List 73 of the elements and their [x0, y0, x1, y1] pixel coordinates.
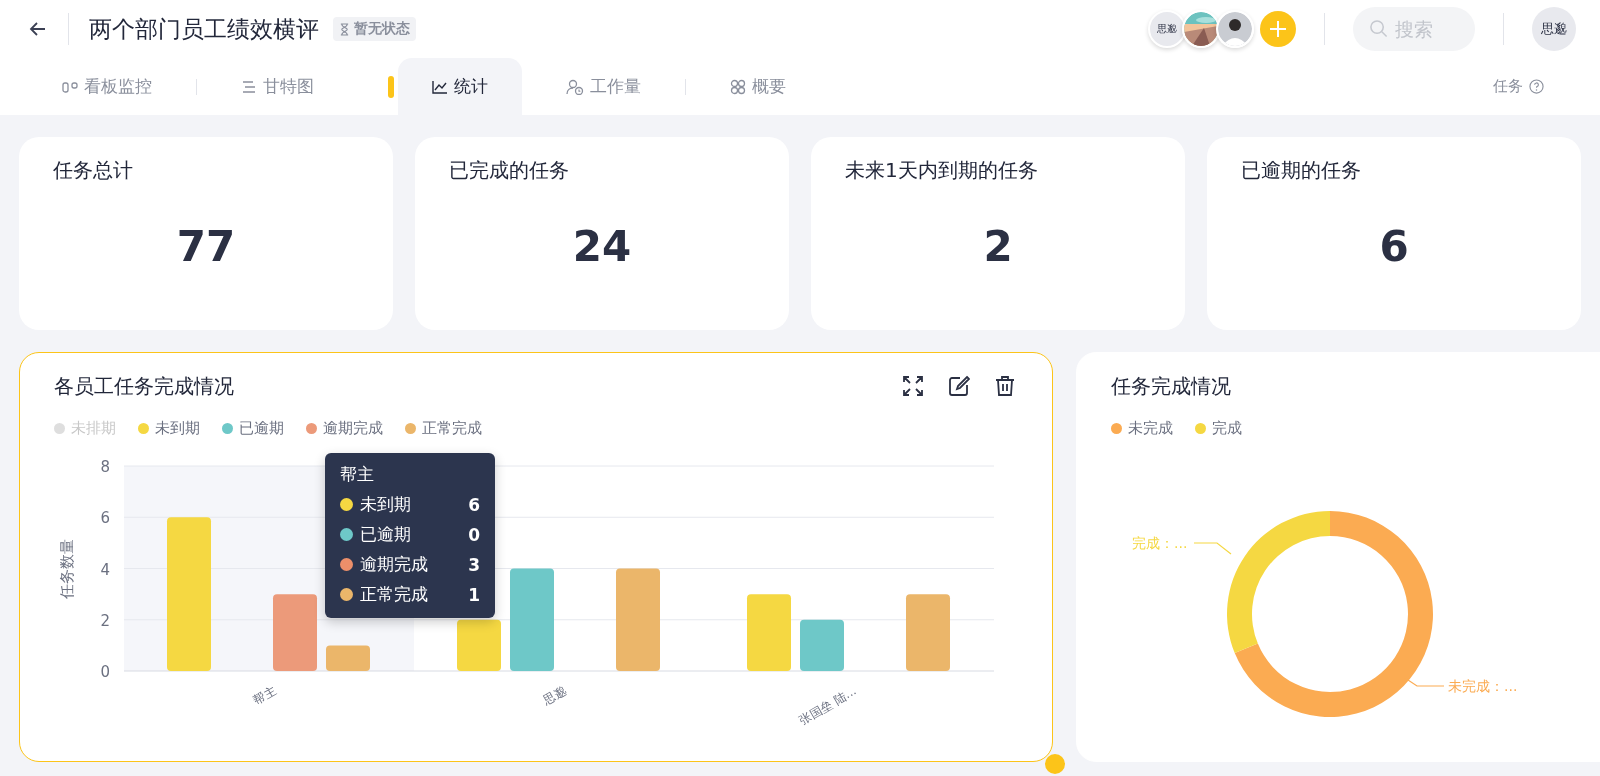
tooltip-label: 已逾期 [360, 523, 411, 546]
tab[interactable]: 概要 [686, 58, 830, 115]
stat-title: 已完成的任务 [449, 157, 569, 184]
stat-title: 未来1天内到期的任务 [845, 157, 1038, 184]
axis-tick: 6 [100, 509, 110, 528]
donut-slice[interactable] [1227, 511, 1330, 654]
axis-tick: 2 [100, 611, 110, 630]
tab[interactable]: 统计 [398, 58, 522, 115]
bar[interactable] [800, 619, 844, 671]
axis-label: 思邈 [540, 683, 569, 708]
slice-label: 完成：... [1132, 535, 1188, 551]
legend-item[interactable]: 完成 [1195, 419, 1242, 438]
legend-item[interactable]: 逾期完成 [306, 419, 383, 438]
axis-tick: 8 [100, 458, 110, 476]
tooltip-value: 6 [468, 494, 480, 515]
hourglass-icon [339, 22, 350, 36]
stat-value: 2 [983, 222, 1013, 271]
page-title: 两个部门员工绩效横评 [89, 14, 319, 44]
add-member-button[interactable] [1260, 11, 1296, 47]
gantt-icon [241, 79, 257, 94]
bar[interactable] [616, 568, 660, 671]
tooltip-title: 帮主 [340, 463, 374, 486]
bar[interactable] [906, 594, 950, 671]
tab[interactable]: 工作量 [522, 58, 685, 115]
stat-title: 已逾期的任务 [1241, 157, 1361, 184]
slice-label: 未完成：... [1448, 678, 1518, 694]
stat-value: 6 [1379, 222, 1409, 271]
grid-icon [730, 78, 746, 95]
bar[interactable] [457, 619, 501, 671]
bar[interactable] [326, 645, 370, 671]
status-badge[interactable]: 暂无状态 [333, 17, 416, 41]
legend-item[interactable]: 正常完成 [405, 419, 482, 438]
stat-title: 任务总计 [53, 157, 133, 184]
tooltip-value: 0 [468, 524, 480, 545]
tooltip-value: 1 [468, 584, 480, 605]
line-chart-icon [432, 79, 448, 94]
person-clock-icon [566, 78, 584, 95]
axis-label: 帮主 [250, 683, 279, 708]
fullscreen-icon[interactable] [902, 375, 924, 397]
help-icon[interactable] [1529, 79, 1544, 94]
resize-handle[interactable] [1045, 754, 1065, 774]
chart-title: 任务完成情况 [1111, 372, 1231, 400]
avatar-icon[interactable] [1216, 10, 1254, 48]
tooltip-label: 正常完成 [360, 583, 428, 606]
chart-title: 各员工任务完成情况 [54, 372, 234, 400]
bar[interactable] [747, 594, 791, 671]
bar[interactable] [273, 594, 317, 671]
axis-tick: 4 [100, 560, 110, 579]
tooltip-value: 3 [468, 554, 480, 575]
legend-item[interactable]: 已逾期 [222, 419, 284, 438]
user-avatar[interactable]: 思邈 [1532, 7, 1576, 51]
plus-icon [1268, 19, 1288, 39]
axis-label: 张国垒 陆... [796, 683, 859, 728]
axis-title: 任务数量 [58, 538, 76, 599]
bar[interactable] [167, 517, 211, 671]
edit-icon[interactable] [948, 375, 970, 397]
task-label[interactable]: 任务 [1493, 77, 1523, 96]
tooltip-label: 未到期 [360, 493, 411, 516]
stat-value: 77 [176, 222, 236, 271]
tab[interactable]: 看板监控 [62, 58, 196, 115]
member-avatar[interactable]: 思邈 [1148, 10, 1186, 48]
search-icon [1369, 19, 1388, 38]
tab[interactable]: 甘特图 [197, 58, 358, 115]
legend-item[interactable]: 未到期 [138, 419, 200, 438]
axis-tick: 0 [100, 663, 110, 681]
tooltip-label: 逾期完成 [360, 553, 428, 576]
leader-line [1193, 542, 1232, 555]
donut-slice[interactable] [1234, 511, 1433, 717]
legend-item[interactable]: 未完成 [1111, 419, 1173, 438]
trash-icon[interactable] [994, 375, 1016, 397]
bar[interactable] [510, 568, 554, 671]
stat-value: 24 [572, 222, 632, 271]
columns-icon [62, 79, 78, 94]
